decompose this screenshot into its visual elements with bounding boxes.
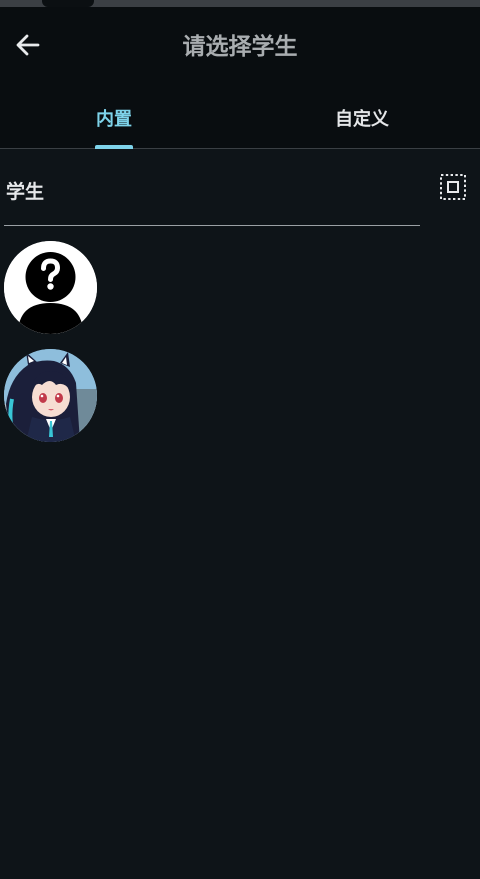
tab-builtin-label: 内置 (96, 108, 132, 130)
student-avatar-unknown[interactable] (4, 241, 97, 334)
student-list (4, 241, 104, 457)
app-bar: 请选择学生 (0, 7, 480, 87)
tab-custom-label: 自定义 (335, 108, 389, 130)
status-bar-notch (42, 0, 94, 7)
tab-builtin[interactable]: 内置 (0, 87, 228, 148)
tab-bar: 内置 自定义 (0, 87, 480, 149)
character-portrait-icon (4, 349, 97, 442)
section-divider (4, 225, 420, 226)
arrow-left-icon (16, 34, 40, 56)
student-section-header: 学生 (0, 149, 480, 227)
tab-custom[interactable]: 自定义 (244, 87, 480, 148)
select-all-button[interactable] (439, 173, 467, 201)
select-all-icon (440, 174, 466, 200)
page-title: 请选择学生 (182, 34, 298, 60)
unknown-person-icon (4, 241, 97, 334)
student-avatar-character[interactable] (4, 349, 97, 442)
section-title: 学生 (6, 181, 45, 203)
status-bar (0, 0, 480, 7)
back-button[interactable] (10, 27, 46, 63)
